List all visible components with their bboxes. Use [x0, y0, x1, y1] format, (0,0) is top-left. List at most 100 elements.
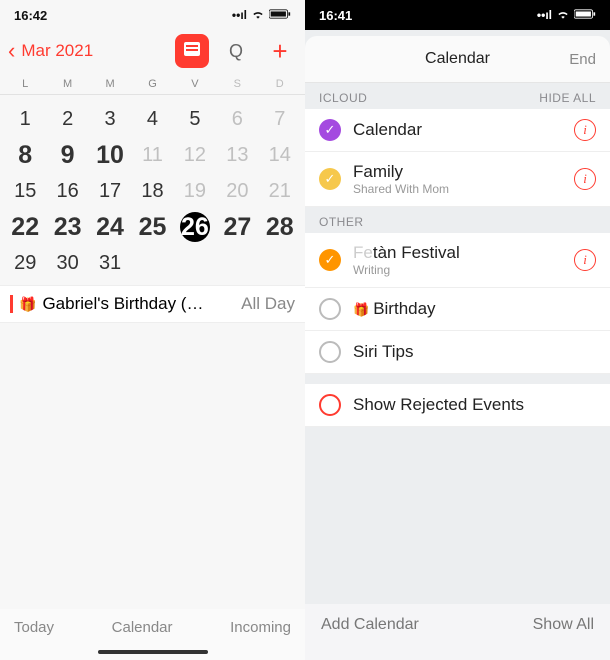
calendars-button[interactable]: Calendar	[112, 619, 173, 636]
list-icon	[183, 41, 201, 62]
cell-title: Calendar	[353, 120, 562, 140]
section-label: ICLOUD	[319, 91, 367, 105]
info-icon[interactable]: i	[574, 168, 596, 190]
info-icon[interactable]: i	[574, 119, 596, 141]
status-icons: ••ıl	[537, 8, 596, 23]
checkbox-icon[interactable]: ✓	[319, 249, 341, 271]
calendar-day[interactable]: 29	[4, 245, 46, 281]
status-bar: 16:41 ••ıl	[305, 0, 610, 30]
add-calendar-button[interactable]: Add Calendar	[321, 616, 419, 634]
calendar-day[interactable]: 11	[131, 137, 173, 173]
calendar-day[interactable]: 23	[46, 209, 88, 245]
weekday-label: S	[216, 78, 258, 90]
add-event-button[interactable]: +	[263, 34, 297, 68]
checkbox-icon[interactable]	[319, 298, 341, 320]
calendar-grid: 1234567891011121314151617181920212223242…	[0, 95, 305, 285]
calendar-day	[131, 245, 173, 281]
inbox-button[interactable]: Incoming	[230, 619, 291, 636]
calendar-list-item[interactable]: ✓ FamilyShared With Mom i	[305, 152, 610, 207]
calendar-day[interactable]: 21	[259, 173, 301, 209]
calendar-day[interactable]: 28	[259, 209, 301, 245]
calendar-day[interactable]: 15	[4, 173, 46, 209]
info-icon[interactable]: i	[574, 249, 596, 271]
checkbox-icon[interactable]: ✓	[319, 119, 341, 141]
calendar-day[interactable]: 12	[174, 137, 216, 173]
checkbox-icon[interactable]	[319, 394, 341, 416]
calendar-list-item[interactable]: 🎁Birthday	[305, 288, 610, 331]
show-rejected-row[interactable]: Show Rejected Events	[305, 384, 610, 427]
blank-area	[305, 427, 610, 604]
weekday-label: L	[4, 78, 46, 90]
weekday-label: M	[46, 78, 88, 90]
cell-subtitle: Shared With Mom	[353, 182, 562, 196]
calendar-day[interactable]: 26	[174, 209, 216, 245]
cell-title: 🎁Birthday	[353, 299, 596, 319]
back-chevron-icon[interactable]: ‹	[8, 38, 15, 64]
calendar-day[interactable]: 31	[89, 245, 131, 281]
calendar-list-item[interactable]: ✓ Calendar i	[305, 109, 610, 152]
calendar-week: 891011121314	[4, 137, 301, 173]
calendar-list-item[interactable]: ✓Fetàn FestivalWritingi	[305, 233, 610, 288]
weekday-row: LMMGVSD	[0, 76, 305, 95]
event-row[interactable]: 🎁 Gabriel's Birthday (… All Day	[0, 285, 305, 323]
calendar-day[interactable]: 6	[216, 101, 258, 137]
event-title: Gabriel's Birthday (…	[42, 294, 203, 314]
calendar-week: 15161718192021	[4, 173, 301, 209]
calendars-sheet-screen: 16:41 ••ıl Calendar End ICLOUD HIDE ALL …	[305, 0, 610, 660]
today-button[interactable]: Today	[14, 619, 54, 636]
calendar-week: 293031	[4, 245, 301, 281]
gift-icon: 🎁	[19, 296, 36, 313]
status-time: 16:42	[14, 8, 47, 23]
calendar-day[interactable]: 18	[131, 173, 173, 209]
battery-icon	[574, 8, 596, 23]
list-view-toggle[interactable]	[175, 34, 209, 68]
calendar-day[interactable]: 3	[89, 101, 131, 137]
checkbox-icon[interactable]	[319, 341, 341, 363]
sheet-title: Calendar	[425, 50, 490, 68]
calendar-day[interactable]: 20	[216, 173, 258, 209]
calendar-day[interactable]: 4	[131, 101, 173, 137]
month-label[interactable]: Mar 2021	[21, 41, 165, 61]
calendar-day[interactable]: 27	[216, 209, 258, 245]
calendar-header: ‹ Mar 2021 Q +	[0, 30, 305, 76]
calendar-day[interactable]: 8	[4, 137, 46, 173]
calendar-day[interactable]: 1	[4, 101, 46, 137]
calendar-day[interactable]: 5	[174, 101, 216, 137]
calendar-day[interactable]: 16	[46, 173, 88, 209]
calendar-week: 22232425262728	[4, 209, 301, 245]
calendar-day[interactable]: 7	[259, 101, 301, 137]
signal-icon: ••ıl	[232, 8, 247, 22]
calendar-day[interactable]: 22	[4, 209, 46, 245]
hide-all-button[interactable]: HIDE ALL	[539, 91, 596, 105]
checkbox-icon[interactable]: ✓	[319, 168, 341, 190]
cell-title: Fetàn Festival	[353, 243, 562, 263]
event-allday-label: All Day	[241, 294, 295, 314]
calendar-day[interactable]: 9	[46, 137, 88, 173]
search-button[interactable]: Q	[219, 34, 253, 68]
sheet-header: Calendar End	[305, 36, 610, 83]
calendar-list-item[interactable]: Siri Tips	[305, 331, 610, 374]
section-header-other: OTHER	[305, 207, 610, 233]
calendar-day[interactable]: 25	[131, 209, 173, 245]
done-button[interactable]: End	[569, 51, 596, 68]
status-icons: ••ıl	[232, 8, 291, 23]
calendar-day[interactable]: 24	[89, 209, 131, 245]
calendar-day[interactable]: 30	[46, 245, 88, 281]
calendar-month-screen: 16:42 ••ıl ‹ Mar 2021 Q + LMMGVSD 123456…	[0, 0, 305, 660]
calendar-day[interactable]: 10	[89, 137, 131, 173]
weekday-label: G	[131, 78, 173, 90]
calendar-day[interactable]: 19	[174, 173, 216, 209]
calendar-day[interactable]: 14	[259, 137, 301, 173]
section-label: OTHER	[319, 215, 364, 229]
cell-title: Family	[353, 162, 562, 182]
gift-icon: 🎁	[353, 302, 369, 317]
calendar-day[interactable]: 17	[89, 173, 131, 209]
show-all-button[interactable]: Show All	[533, 616, 594, 634]
weekday-label: M	[89, 78, 131, 90]
calendar-day[interactable]: 13	[216, 137, 258, 173]
calendar-day[interactable]: 2	[46, 101, 88, 137]
icloud-calendar-list: ✓ Calendar i ✓ FamilyShared With Mom i	[305, 109, 610, 207]
calendar-day	[259, 245, 301, 281]
battery-icon	[269, 8, 291, 23]
cell-title: Siri Tips	[353, 342, 596, 362]
